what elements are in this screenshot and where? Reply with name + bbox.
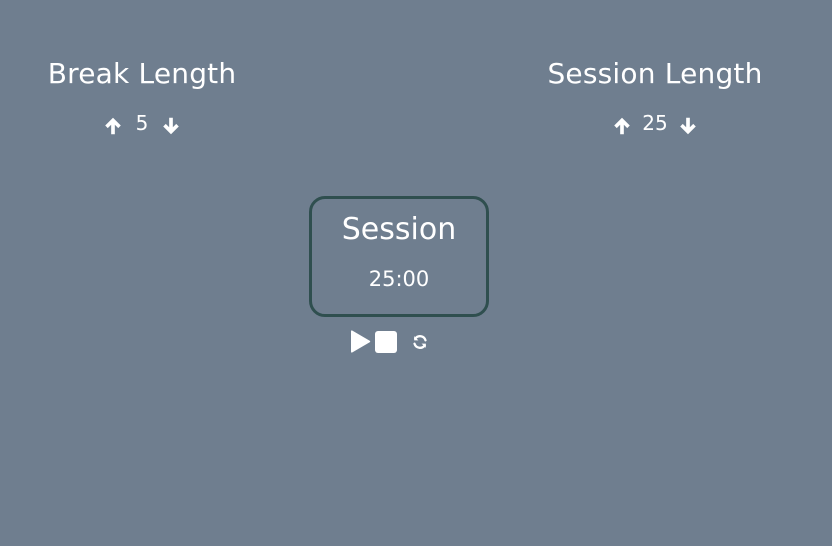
stop-button[interactable] — [372, 331, 397, 353]
session-length-value: 25 — [642, 111, 668, 135]
break-decrement-button[interactable] — [159, 114, 183, 138]
break-length-control: Break Length 5 — [40, 56, 244, 138]
time-left: 25:00 — [368, 267, 430, 291]
break-length-row: 5 — [40, 111, 244, 138]
session-increment-button[interactable] — [610, 114, 634, 138]
play-button[interactable] — [348, 328, 372, 356]
session-length-label: Session Length — [547, 57, 763, 90]
break-increment-button[interactable] — [101, 114, 125, 138]
timer-label: Session — [341, 212, 457, 247]
session-length-row: 25 — [537, 111, 773, 138]
reset-button[interactable] — [397, 334, 428, 350]
break-length-value: 5 — [135, 111, 149, 135]
arrow-down-icon — [163, 117, 179, 135]
stop-icon — [375, 331, 397, 353]
timer-display: Session 25:00 — [309, 196, 489, 317]
play-icon — [351, 330, 371, 353]
break-length-label: Break Length — [47, 57, 237, 90]
arrow-down-icon — [679, 117, 696, 135]
arrow-up-icon — [614, 117, 631, 135]
session-decrement-button[interactable] — [676, 114, 700, 138]
timer-controls — [348, 327, 428, 357]
refresh-icon — [413, 335, 427, 349]
arrow-up-icon — [105, 117, 121, 135]
session-length-control: Session Length 25 — [537, 56, 773, 138]
